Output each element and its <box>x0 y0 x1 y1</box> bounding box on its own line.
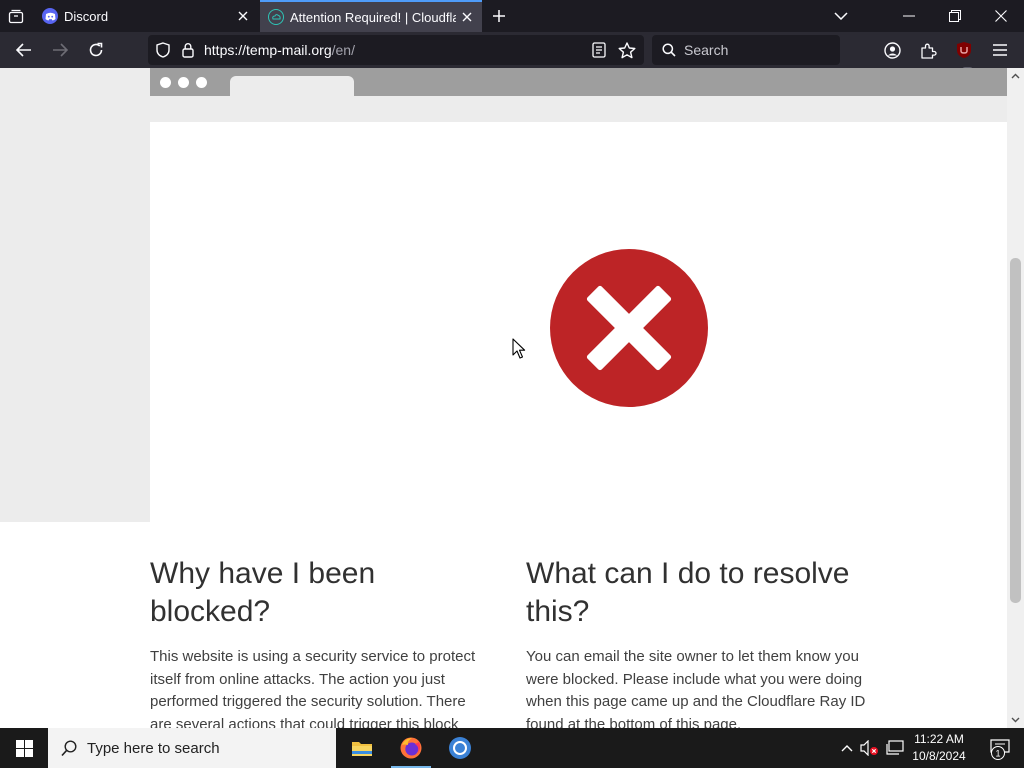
puzzle-piece-icon <box>920 43 937 59</box>
file-explorer-icon <box>352 742 372 756</box>
notification-count-badge: 1 <box>991 746 1005 760</box>
windows-logo-icon <box>15 739 33 757</box>
network-button[interactable] <box>885 738 905 758</box>
address-bar[interactable]: https://temp-mail.org/en/ <box>148 35 644 65</box>
browser-illustration-header <box>150 68 1007 96</box>
restore-button[interactable] <box>932 0 978 32</box>
chevron-up-icon <box>841 745 853 752</box>
tab-cloudflare[interactable]: Attention Required! | Cloudflare <box>260 0 482 32</box>
tab-overview-button[interactable] <box>4 4 28 28</box>
error-x-icon <box>550 249 708 407</box>
taskbar-search-placeholder: Type here to search <box>87 739 220 757</box>
account-button[interactable] <box>879 37 905 63</box>
url-host: https://temp-mail.org <box>204 42 332 58</box>
cloudflare-icon <box>268 9 284 25</box>
chrome-icon <box>449 737 471 759</box>
illustration-address-strip <box>150 96 1007 122</box>
scroll-up-arrow[interactable] <box>1010 70 1021 82</box>
tab-bar: Discord Attention Required! | Cloudflare <box>0 0 1024 32</box>
tab-discord[interactable]: Discord <box>34 0 258 32</box>
arrow-right-icon <box>53 43 68 57</box>
url-text: https://temp-mail.org/en/ <box>204 42 355 58</box>
taskbar-chrome[interactable] <box>436 728 484 768</box>
new-tab-button[interactable] <box>488 5 510 27</box>
speaker-muted-icon <box>860 740 878 756</box>
search-icon <box>662 43 676 57</box>
bookmark-star-icon[interactable] <box>618 41 636 59</box>
close-window-button[interactable] <box>978 0 1024 32</box>
taskbar-firefox[interactable] <box>387 728 435 768</box>
search-icon <box>61 739 77 756</box>
back-button[interactable] <box>11 37 37 63</box>
mouse-cursor-icon <box>512 338 526 359</box>
account-icon <box>883 41 901 59</box>
resolve-heading: What can I do to resolve this? <box>526 557 850 628</box>
why-blocked-heading: Why have I been blocked? <box>150 557 376 628</box>
ublock-origin-button[interactable] <box>951 37 977 63</box>
url-path: /en/ <box>331 42 355 58</box>
tab-list-icon <box>8 9 24 24</box>
hamburger-menu-icon <box>993 44 1007 56</box>
close-icon <box>995 10 1007 22</box>
ublock-shield-icon <box>957 42 971 58</box>
resolve-text: You can email the site owner to let them… <box>526 648 866 728</box>
taskbar-search-box[interactable]: Type here to search <box>48 728 336 768</box>
minimize-button[interactable] <box>886 0 932 32</box>
taskbar-file-explorer[interactable] <box>338 728 386 768</box>
network-icon <box>886 740 904 755</box>
plus-icon <box>493 10 505 22</box>
illustration-tab <box>230 76 354 96</box>
arrow-left-icon <box>16 43 31 57</box>
lock-icon[interactable] <box>182 42 194 58</box>
start-button[interactable] <box>0 728 48 768</box>
list-all-tabs-button[interactable] <box>818 0 864 32</box>
close-tab-icon[interactable] <box>456 6 478 28</box>
search-placeholder: Search <box>684 42 729 58</box>
close-tab-icon[interactable] <box>232 5 254 27</box>
tracking-protection-shield-icon[interactable] <box>156 42 170 58</box>
vertical-scrollbar[interactable] <box>1007 68 1024 728</box>
illustration-dot <box>160 77 171 88</box>
scroll-down-arrow[interactable] <box>1010 714 1021 726</box>
forward-button[interactable] <box>47 37 73 63</box>
notification-count-text: 1 <box>995 749 1000 759</box>
reload-button[interactable] <box>83 37 109 63</box>
clock-date: 10/8/2024 <box>912 749 966 763</box>
page-left-gutter <box>0 68 150 522</box>
illustration-stage <box>150 122 1007 522</box>
show-hidden-icons-button[interactable] <box>837 738 857 758</box>
volume-muted-button[interactable] <box>860 738 880 758</box>
navigation-toolbar: https://temp-mail.org/en/ Search 2 <box>0 32 1024 78</box>
restore-icon <box>949 10 961 22</box>
firefox-icon <box>400 737 422 759</box>
clock-time: 11:22 AM <box>914 732 964 746</box>
minimize-icon <box>903 15 915 17</box>
tab-title: Attention Required! | Cloudflare <box>290 9 456 25</box>
why-blocked-text: This website is using a security service… <box>150 648 476 728</box>
discord-icon <box>42 8 58 24</box>
reload-icon <box>89 42 103 57</box>
system-clock[interactable]: 11:22 AM 10/8/2024 <box>906 731 972 765</box>
page-viewport: Why have I been blocked? This website is… <box>0 68 1007 728</box>
scrollbar-thumb[interactable] <box>1010 258 1021 603</box>
app-menu-button[interactable] <box>987 37 1013 63</box>
tab-title: Discord <box>64 8 109 24</box>
windows-taskbar: Type here to search 11:22 AM 10/8/2024 <box>0 728 1024 768</box>
reader-view-icon[interactable] <box>592 42 606 58</box>
extensions-button[interactable] <box>915 37 941 63</box>
illustration-dot <box>178 77 189 88</box>
chevron-down-icon <box>834 12 848 20</box>
search-bar[interactable]: Search <box>652 35 840 65</box>
illustration-dot <box>196 77 207 88</box>
